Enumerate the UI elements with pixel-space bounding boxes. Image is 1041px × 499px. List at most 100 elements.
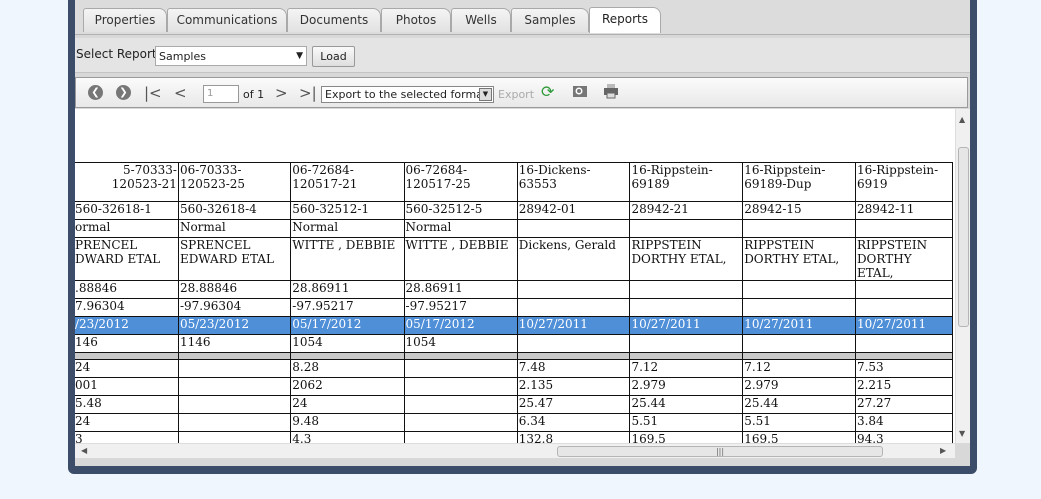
load-button[interactable]: Load: [312, 46, 355, 67]
report-select[interactable]: Samples ▼: [155, 46, 307, 66]
table-cell: [742, 280, 856, 299]
table-cell: [854, 280, 954, 299]
table-cell: Normal: [403, 219, 518, 238]
export-format-select[interactable]: Export to the selected format ▼: [321, 86, 494, 103]
report-content: 5-70333-120523-21 06-70333-120523-25 06-72…: [75, 109, 955, 443]
table-cell: [516, 352, 631, 360]
table-cell: 8.28: [290, 359, 405, 378]
table-cell: RIPPSTEIN DORTHY ETAL,: [742, 237, 856, 281]
table-cell: 001: [75, 377, 179, 396]
table-cell: 10/27/2011: [742, 316, 856, 335]
table-row: 24 8.28 7.48 7.12 7.12 7.53: [75, 359, 954, 378]
next-page-icon[interactable]: >: [275, 84, 288, 102]
tab-reports[interactable]: Reports: [589, 7, 661, 33]
table-cell: PRENCEL DWARD ETAL: [75, 237, 179, 281]
table-cell: 10/27/2011: [516, 316, 631, 335]
table-cell: 06-72684-120517-21: [290, 162, 405, 202]
dropdown-arrow-icon[interactable]: ▼: [479, 88, 492, 101]
table-cell: [516, 334, 631, 353]
table-cell: 1054: [403, 334, 518, 353]
table-cell: 16-Rippstein-69189-Dup: [742, 162, 856, 202]
table-row: 7.96304 -97.96304 -97.95217 -97.95217: [75, 298, 954, 317]
vertical-scrollbar[interactable]: ▲ ▼: [955, 109, 970, 443]
table-cell: -97.95217: [290, 298, 405, 317]
scroll-up-icon[interactable]: ▲: [959, 115, 965, 124]
table-cell: 28942-21: [629, 201, 744, 220]
table-cell: Dickens, Gerald: [516, 237, 631, 281]
table-cell: [742, 352, 856, 360]
table-cell: [629, 298, 744, 317]
table-cell: 560-32512-1: [290, 201, 405, 220]
table-row: 001 2062 2.135 2.979 2.979 2.215: [75, 377, 954, 396]
table-cell: 28942-15: [742, 201, 856, 220]
table-row: .88846 28.88846 28.86911 28.86911: [75, 280, 954, 299]
horizontal-scroll-thumb[interactable]: |||: [557, 446, 883, 457]
export-link[interactable]: Export: [498, 88, 534, 101]
horizontal-scrollbar[interactable]: ◀ ||| ▶: [75, 443, 955, 458]
next-circle-icon[interactable]: ❯: [116, 85, 131, 100]
scroll-left-icon[interactable]: ◀: [81, 446, 87, 455]
zoom-icon[interactable]: [572, 83, 588, 103]
table-cell: [854, 298, 954, 317]
table-cell: [516, 298, 631, 317]
table-cell: [403, 377, 518, 396]
tab-communications[interactable]: Communications: [167, 8, 287, 32]
table-cell: 3: [75, 431, 179, 443]
table-cell: 28942-11: [854, 201, 954, 220]
print-icon[interactable]: [603, 83, 619, 103]
table-cell: Normal: [177, 219, 292, 238]
table-cell: 2.135: [516, 377, 631, 396]
first-page-icon[interactable]: |<: [144, 84, 162, 102]
table-cell: 25.44: [742, 395, 856, 414]
table-cell: 9.48: [290, 413, 405, 432]
table-cell: 16-Rippstein-6919: [854, 162, 954, 202]
table-cell: 3.84: [854, 413, 954, 432]
table-row: 560-32618-1 560-32618-4 560-32512-1 560-325…: [75, 201, 954, 220]
table-cell: 06-72684-120517-25: [403, 162, 518, 202]
table-cell: 28.88846: [177, 280, 292, 299]
table-cell: 2.979: [742, 377, 856, 396]
table-cell: 5.51: [629, 413, 744, 432]
table-cell: 169.5: [629, 431, 744, 443]
table-cell: 25.47: [516, 395, 631, 414]
refresh-icon[interactable]: ⟳: [541, 83, 554, 101]
page-number-input[interactable]: 1: [203, 85, 239, 103]
table-cell: 6.34: [516, 413, 631, 432]
table-cell: [177, 431, 292, 443]
tab-properties[interactable]: Properties: [83, 8, 167, 32]
table-row: 3 4.3 132.8 169.5 169.5 94.3: [75, 431, 954, 443]
table-cell: 06-70333-120523-25: [177, 162, 292, 202]
tab-documents[interactable]: Documents: [287, 8, 381, 32]
scroll-right-icon[interactable]: ▶: [940, 446, 946, 455]
table-cell: 24: [75, 413, 179, 432]
table-cell: 5.51: [742, 413, 856, 432]
table-cell: 2.215: [854, 377, 954, 396]
table-cell: 7.96304: [75, 298, 179, 317]
table-cell: [403, 352, 518, 360]
app-panel: Properties Communications Documents Phot…: [75, 0, 970, 466]
scroll-down-icon[interactable]: ▼: [959, 429, 965, 438]
table-cell: /23/2012: [75, 316, 179, 335]
tab-photos[interactable]: Photos: [381, 8, 451, 32]
tab-samples[interactable]: Samples: [511, 8, 589, 32]
dropdown-arrow-icon[interactable]: ▼: [296, 47, 303, 66]
table-cell: 560-32512-5: [403, 201, 518, 220]
table-cell: 28.86911: [403, 280, 518, 299]
table-row: [75, 352, 954, 360]
tab-wells[interactable]: Wells: [451, 8, 511, 32]
vertical-scroll-thumb[interactable]: [958, 147, 969, 327]
table-row: /23/2012 05/23/2012 05/17/2012 05/17/2012 10…: [75, 316, 954, 335]
table-cell: Normal: [290, 219, 405, 238]
table-cell: [403, 359, 518, 378]
table-cell: 28942-01: [516, 201, 631, 220]
last-page-icon[interactable]: >|: [299, 84, 317, 102]
samples-table: 5-70333-120523-21 06-70333-120523-25 06-72…: [75, 162, 954, 443]
prev-page-icon[interactable]: <: [174, 84, 187, 102]
table-cell: [403, 431, 518, 443]
table-cell: ormal: [75, 219, 179, 238]
table-cell: 28.86911: [290, 280, 405, 299]
table-row: PRENCEL DWARD ETAL SPRENCEL EDWARD ETAL WI…: [75, 237, 954, 281]
first-circle-icon[interactable]: ❮: [88, 85, 103, 100]
tab-bar: Properties Communications Documents Phot…: [75, 0, 970, 35]
table-cell: WITTE , DEBBIE: [403, 237, 518, 281]
